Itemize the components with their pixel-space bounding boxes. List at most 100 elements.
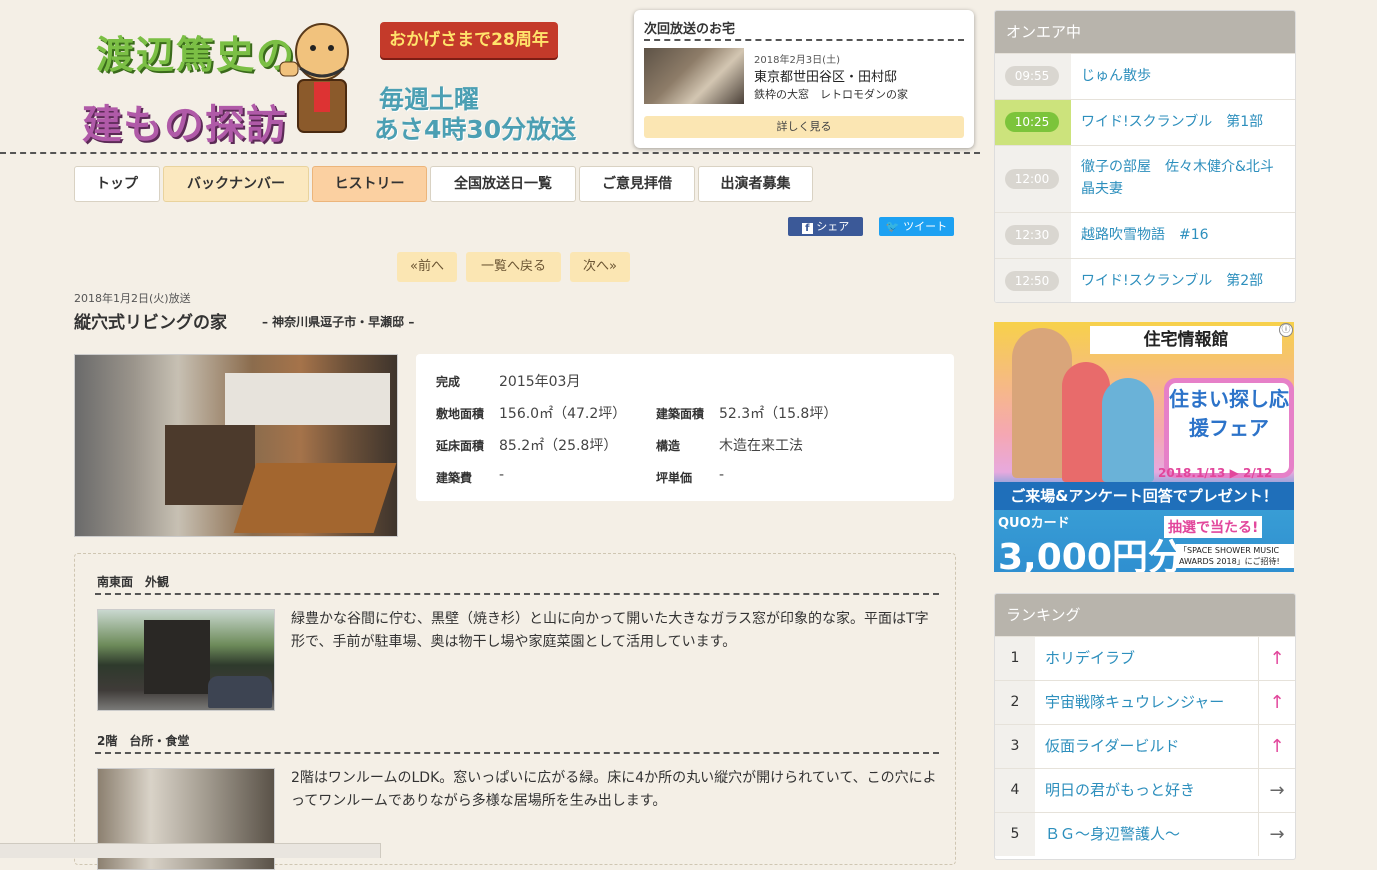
ranking-rank: 4 [995,769,1035,812]
nav-top[interactable]: トップ [74,166,160,202]
photo-shelf [225,373,390,425]
episode-title: 縦穴式リビングの家 [74,313,227,333]
ad-award: 「SPACE SHOWER MUSIC AWARDS 2018」にご招待! [1176,544,1294,568]
spec-label-unit-price: 坪単価 [656,471,693,485]
nav-feedback[interactable]: ご意見拝借 [579,166,695,202]
section-photo[interactable] [97,609,275,711]
ad-lottery: 抽選で当たる! [1164,516,1263,538]
ranking-rank: 2 [995,681,1035,724]
logo-text-line1: 渡辺篤史の [96,33,297,77]
onair-title[interactable]: ワイド!スクランブル 第1部 [1081,111,1281,133]
episode-air-date: 2018年1月2日(火)放送 [74,292,191,305]
onair-item-active[interactable]: 10:25 ワイド!スクランブル 第1部 [995,99,1295,145]
nav-history[interactable]: ヒストリー [312,166,427,202]
nav-cast-recruit[interactable]: 出演者募集 [698,166,813,202]
section-title: 南東面 外観 [97,575,170,589]
twitter-icon: 🐦 [885,220,900,233]
back-to-list-link[interactable]: 一覧へ戻る [466,252,561,282]
nav-back-numbers[interactable]: バックナンバー [163,166,309,202]
onair-item[interactable]: 12:30 越路吹雪物語 #16 [995,212,1295,258]
photo-counter [165,425,255,505]
details-button[interactable]: 詳しく見る [644,116,964,138]
spec-value-cost: - [499,467,505,483]
prev-link[interactable]: «前へ [397,252,457,282]
ranking-item[interactable]: 5 ＢＧ～身辺警護人～ → [995,812,1295,856]
ad-info-icon[interactable]: ⓘ [1279,323,1293,337]
onair-time: 12:00 [1005,169,1059,189]
facebook-icon: f [801,223,813,234]
section-title: 2階 台所・食堂 [97,734,190,748]
next-link[interactable]: 次へ» [570,252,630,282]
divider [95,593,939,595]
ranking-title[interactable]: ホリデイラブ [1045,637,1135,680]
onair-heading: オンエア中 [995,11,1295,53]
onair-item[interactable]: 09:55 じゅん散歩 [995,53,1295,99]
ranking-item[interactable]: 4 明日の君がもっと好き → [995,768,1295,812]
trend-flat-icon: → [1258,769,1295,812]
next-broadcast-thumbnail[interactable] [644,48,744,104]
trend-up-icon: ↑ [1258,725,1295,768]
onair-panel: オンエア中 09:55 じゅん散歩 10:25 ワイド!スクランブル 第1部 1… [994,10,1296,303]
onair-title[interactable]: ワイド!スクランブル 第2部 [1081,270,1281,292]
spec-label-site-area: 敷地面積 [436,407,485,421]
ranking-title[interactable]: 仮面ライダービルド [1045,725,1179,768]
ranking-title[interactable]: 明日の君がもっと好き [1045,769,1195,812]
spec-table: 完成 2015年03月 敷地面積 156.0㎡（47.2坪） 建築面積 52.3… [416,354,954,501]
ranking-title[interactable]: ＢＧ～身辺警護人～ [1045,813,1180,856]
ad-amount: 3,000円分 [998,537,1184,572]
spec-label-completed: 完成 [436,375,461,389]
onair-time: 10:25 [1005,112,1059,132]
onair-item[interactable]: 12:50 ワイド!スクランブル 第2部 [995,258,1295,302]
advertisement-banner[interactable]: 住宅情報館 住まい探し応援フェア 2018.1/13 ▶ 2/12 ご来場&アン… [994,322,1294,572]
detail-sections: 南東面 外観 緑豊かな谷間に佇む、黒壁（焼き杉）と山に向かって開いた大きなガラス… [74,553,956,870]
anniversary-ribbon: おかげさまで28周年 [380,22,558,58]
ranking-rank: 5 [995,813,1035,856]
ranking-item[interactable]: 2 宇宙戦隊キュウレンジャー ↑ [995,680,1295,724]
facebook-share-button[interactable]: f シェア [788,217,863,236]
ad-person [1102,378,1154,482]
spec-value-completed: 2015年03月 [499,374,581,390]
site-logo[interactable]: 渡辺篤史の 建もの探訪 おかげさまで28周年 毎週土曜 あさ4時30分放送 [74,10,604,150]
ad-brand: 住宅情報館 [1090,326,1282,354]
trend-up-icon: ↑ [1258,637,1295,680]
ranking-item[interactable]: 1 ホリデイラブ ↑ [995,636,1295,680]
ranking-panel: ランキング 1 ホリデイラブ ↑ 2 宇宙戦隊キュウレンジャー ↑ 3 仮面ライ… [994,593,1296,860]
ranking-title[interactable]: 宇宙戦隊キュウレンジャー [1045,681,1224,724]
trend-flat-icon: → [1258,813,1295,856]
onair-title[interactable]: じゅん散歩 [1081,65,1281,87]
ad-fair-badge: 住まい探し応援フェア [1164,378,1294,478]
header-ground-line [0,152,980,158]
onair-title[interactable]: 越路吹雪物語 #16 [1081,224,1281,246]
next-broadcast-subtitle: 鉄枠の大窓 レトロモダンの家 [754,88,908,101]
spec-label-cost: 建築費 [436,471,473,485]
spec-value-building-area: 52.3㎡（15.8坪） [719,406,838,422]
photo-table [233,463,397,533]
trend-up-icon: ↑ [1258,681,1295,724]
onair-item[interactable]: 12:00 徹子の部屋 佐々木健介&北斗晶夫妻 [995,145,1295,212]
host-character-icon [279,23,349,133]
nav-broadcast-schedule[interactable]: 全国放送日一覧 [430,166,576,202]
onair-time: 12:30 [1005,225,1059,245]
next-broadcast-heading: 次回放送のお宅 [644,22,736,37]
horizontal-scrollbar[interactable] [0,843,381,858]
spec-label-floor-area: 延床面積 [436,439,485,453]
spec-value-site-area: 156.0㎡（47.2坪） [499,406,627,422]
schedule-time: あさ4時30分放送 [374,115,577,144]
house-shape [144,620,210,694]
twitter-tweet-label: ツイート [903,220,948,233]
onair-title[interactable]: 徹子の部屋 佐々木健介&北斗晶夫妻 [1081,156,1281,200]
onair-time: 09:55 [1005,66,1059,86]
spec-label-building-area: 建築面積 [656,407,705,421]
onair-time: 12:50 [1005,271,1059,291]
divider [95,752,939,754]
spec-value-structure: 木造在来工法 [719,438,803,454]
twitter-tweet-button[interactable]: 🐦 ツイート [879,217,954,236]
section-text: 緑豊かな谷間に佇む、黒壁（焼き杉）と山に向かって開いた大きなガラス窓が印象的な家… [291,611,929,650]
facebook-share-label: シェア [816,220,850,233]
main-house-photo[interactable] [74,354,398,537]
next-broadcast-address[interactable]: 東京都世田谷区・田村邸 [754,66,897,85]
spec-label-structure: 構造 [656,439,681,453]
ranking-item[interactable]: 3 仮面ライダービルド ↑ [995,724,1295,768]
ranking-rank: 3 [995,725,1035,768]
episode-location: – 神奈川県逗子市・早瀬邸 – [262,315,415,329]
